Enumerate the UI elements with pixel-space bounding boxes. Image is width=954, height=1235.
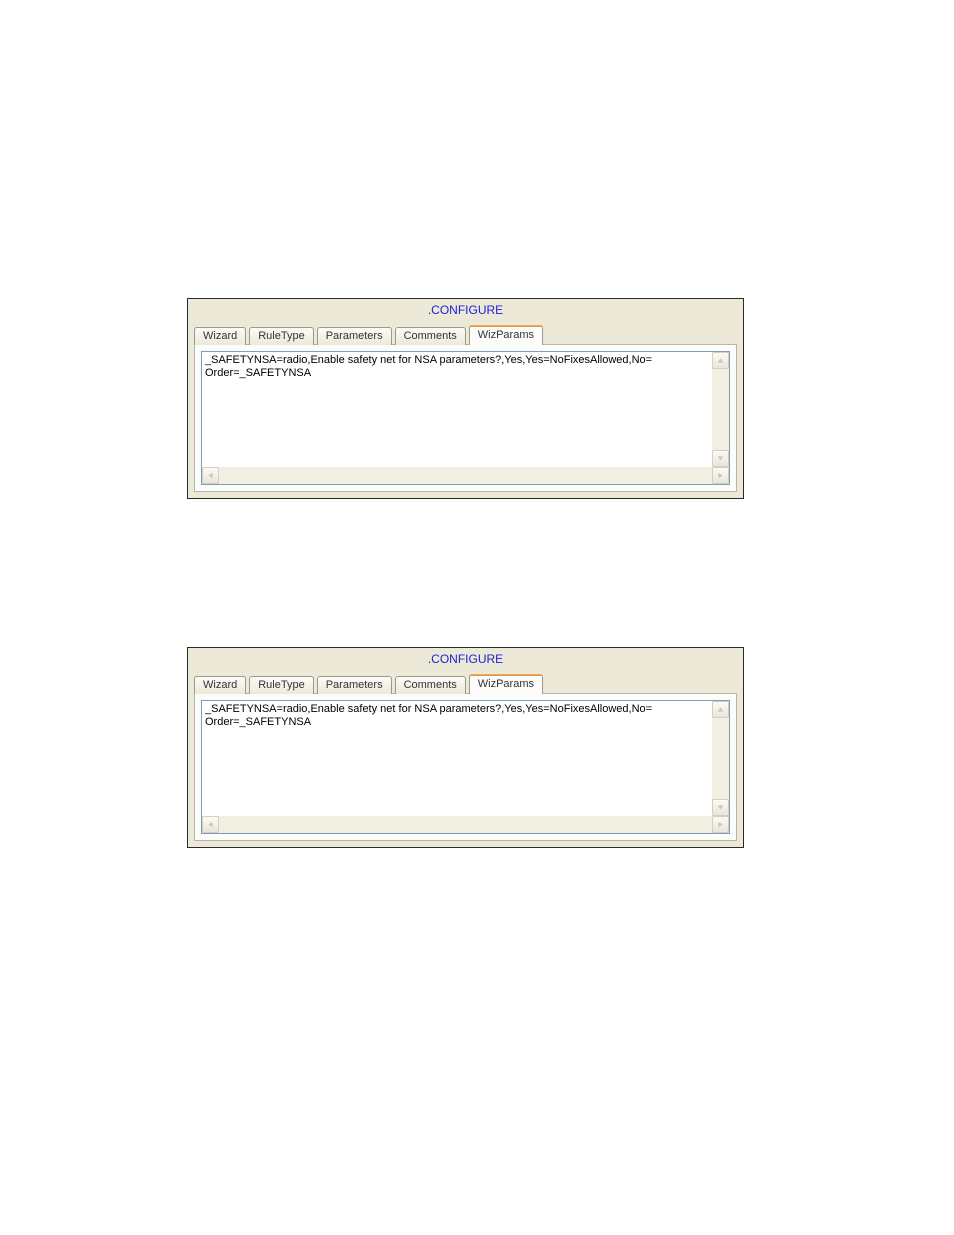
tab-content-frame: _SAFETYNSA=radio,Enable safety net for N… <box>194 693 737 841</box>
chevron-right-icon <box>717 472 724 479</box>
scroll-track[interactable] <box>219 816 712 833</box>
tab-label: RuleType <box>258 330 304 342</box>
chevron-down-icon <box>717 455 724 462</box>
chevron-up-icon <box>717 706 724 713</box>
vertical-scrollbar[interactable] <box>712 352 729 467</box>
scroll-left-button[interactable] <box>202 816 219 833</box>
horizontal-scrollbar[interactable] <box>202 467 729 484</box>
tabs-row: Wizard RuleType Parameters Comments WizP… <box>188 323 743 344</box>
tab-label: Parameters <box>326 679 383 691</box>
tab-ruletype[interactable]: RuleType <box>249 676 313 694</box>
tab-parameters[interactable]: Parameters <box>317 676 392 694</box>
tab-label: Wizard <box>203 679 237 691</box>
panel-title: .CONFIGURE <box>188 648 743 672</box>
scroll-down-button[interactable] <box>712 799 729 816</box>
chevron-left-icon <box>207 821 214 828</box>
panel-title: .CONFIGURE <box>188 299 743 323</box>
scroll-up-button[interactable] <box>712 701 729 718</box>
textarea-text[interactable]: _SAFETYNSA=radio,Enable safety net for N… <box>202 701 712 816</box>
wizparams-textarea[interactable]: _SAFETYNSA=radio,Enable safety net for N… <box>201 351 730 485</box>
scroll-track[interactable] <box>712 718 729 799</box>
tab-wizard[interactable]: Wizard <box>194 327 246 345</box>
tab-wizparams[interactable]: WizParams <box>469 674 543 694</box>
tab-label: WizParams <box>478 678 534 690</box>
tab-label: RuleType <box>258 679 304 691</box>
scroll-down-button[interactable] <box>712 450 729 467</box>
scroll-track[interactable] <box>219 467 712 484</box>
chevron-down-icon <box>717 804 724 811</box>
chevron-right-icon <box>717 821 724 828</box>
tab-label: WizParams <box>478 329 534 341</box>
wizparams-textarea[interactable]: _SAFETYNSA=radio,Enable safety net for N… <box>201 700 730 834</box>
tabs-row: Wizard RuleType Parameters Comments WizP… <box>188 672 743 693</box>
tab-wizard[interactable]: Wizard <box>194 676 246 694</box>
horizontal-scrollbar[interactable] <box>202 816 729 833</box>
chevron-left-icon <box>207 472 214 479</box>
tab-label: Wizard <box>203 330 237 342</box>
tab-comments[interactable]: Comments <box>395 327 466 345</box>
tab-ruletype[interactable]: RuleType <box>249 327 313 345</box>
scroll-up-button[interactable] <box>712 352 729 369</box>
chevron-up-icon <box>717 357 724 364</box>
tab-label: Comments <box>404 679 457 691</box>
tab-label: Comments <box>404 330 457 342</box>
textarea-text[interactable]: _SAFETYNSA=radio,Enable safety net for N… <box>202 352 712 467</box>
tab-comments[interactable]: Comments <box>395 676 466 694</box>
scroll-right-button[interactable] <box>712 467 729 484</box>
scroll-left-button[interactable] <box>202 467 219 484</box>
tab-parameters[interactable]: Parameters <box>317 327 392 345</box>
scroll-right-button[interactable] <box>712 816 729 833</box>
tab-wizparams[interactable]: WizParams <box>469 325 543 345</box>
tab-label: Parameters <box>326 330 383 342</box>
configure-panel: .CONFIGURE Wizard RuleType Parameters Co… <box>187 298 744 499</box>
tab-content-frame: _SAFETYNSA=radio,Enable safety net for N… <box>194 344 737 492</box>
scroll-track[interactable] <box>712 369 729 450</box>
configure-panel: .CONFIGURE Wizard RuleType Parameters Co… <box>187 647 744 848</box>
vertical-scrollbar[interactable] <box>712 701 729 816</box>
